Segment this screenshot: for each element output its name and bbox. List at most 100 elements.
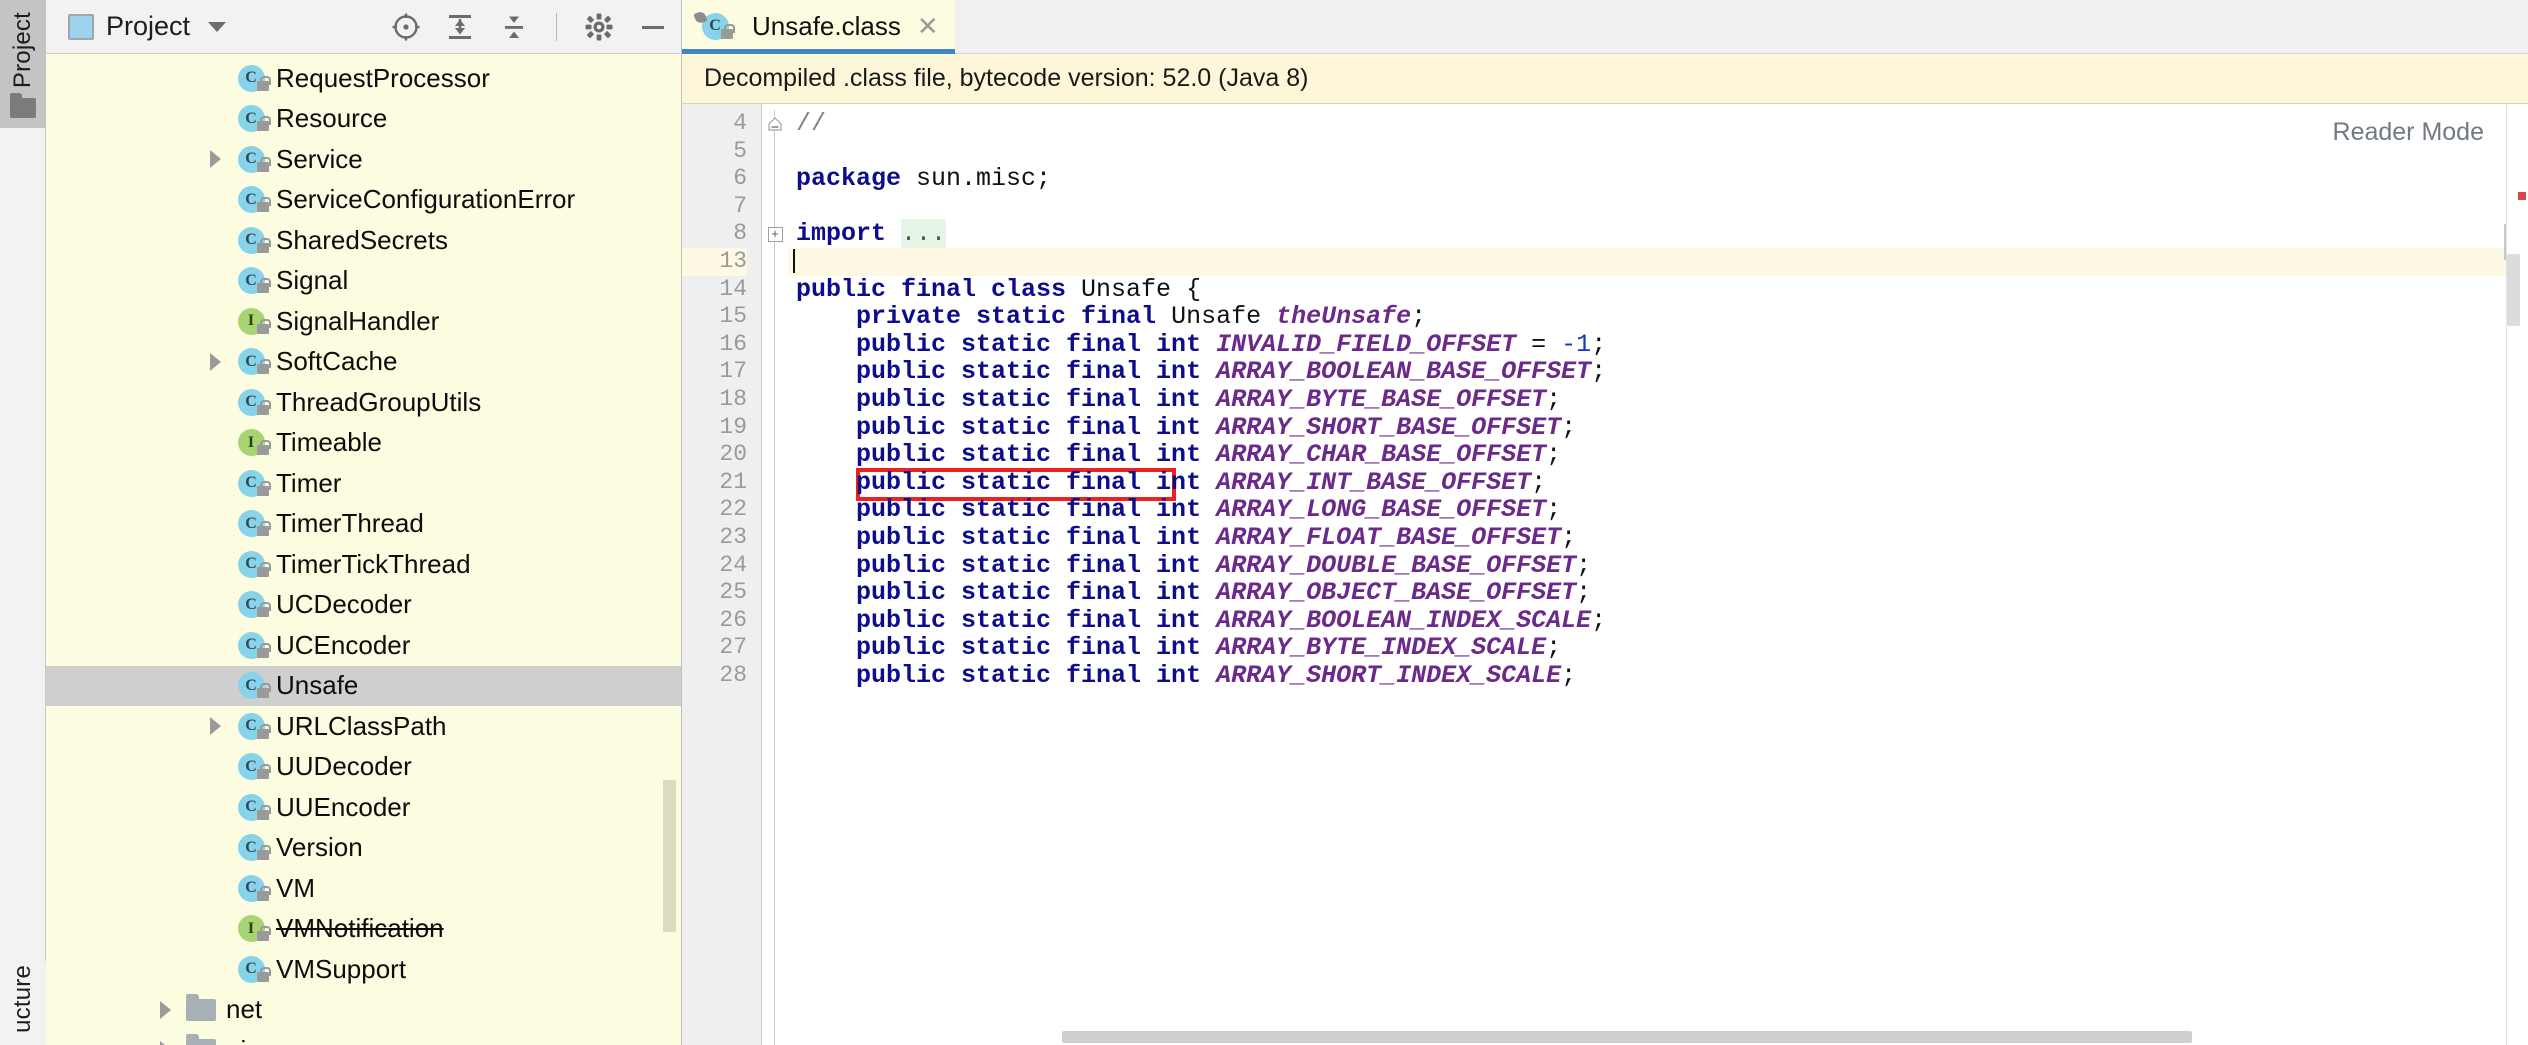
tree-item-softcache[interactable]: C SoftCache	[46, 342, 681, 383]
code-folding-gutter[interactable]: +	[762, 104, 788, 1045]
line-number[interactable]: 25	[682, 579, 747, 607]
line-number[interactable]: 16	[682, 331, 747, 359]
reader-mode-label[interactable]: Reader Mode	[2333, 118, 2484, 147]
code-line[interactable]: public static final int ARRAY_BOOLEAN_BA…	[788, 358, 2528, 386]
line-number[interactable]: 15	[682, 303, 747, 331]
crosshair-target-icon[interactable]	[390, 11, 422, 43]
code-line[interactable]: public static final int ARRAY_SHORT_BASE…	[788, 413, 2528, 442]
tree-item-vm[interactable]: C VM	[46, 868, 681, 909]
line-number[interactable]: 23	[682, 524, 747, 552]
tree-item-net[interactable]: net	[46, 990, 681, 1031]
line-number[interactable]: 18	[682, 386, 747, 414]
code-line[interactable]: public static final int ARRAY_FLOAT_BASE…	[788, 524, 2528, 552]
code-line[interactable]: public static final int ARRAY_INT_BASE_O…	[788, 467, 2528, 497]
tree-item-vmnotification[interactable]: I VMNotification	[46, 909, 681, 950]
code-line[interactable]: public final class Unsafe {	[788, 275, 2528, 304]
tree-item-uudecoder[interactable]: C UUDecoder	[46, 747, 681, 788]
tree-item-version[interactable]: C Version	[46, 828, 681, 869]
line-number[interactable]: 13	[682, 247, 747, 276]
line-number[interactable]: 22	[682, 496, 747, 524]
line-number[interactable]: 28	[682, 662, 747, 690]
fold-collapse-icon[interactable]	[762, 110, 788, 138]
tree-item-timertickthread[interactable]: C TimerTickThread	[46, 544, 681, 585]
line-number[interactable]: 8	[682, 220, 747, 248]
tree-item-label: ServiceConfigurationError	[276, 184, 576, 215]
fold-expand-icon[interactable]: +	[762, 220, 788, 248]
editor-tab-unsafe-class[interactable]: C Unsafe.class ✕	[682, 0, 955, 54]
tree-item-ucencoder[interactable]: C UCEncoder	[46, 625, 681, 666]
tree-item-label: Version	[276, 832, 363, 863]
editor-vertical-scrollbar[interactable]	[2507, 254, 2520, 326]
tree-item-threadgrouputils[interactable]: C ThreadGroupUtils	[46, 382, 681, 423]
line-number[interactable]: 7	[682, 193, 747, 221]
tree-item-sharedsecrets[interactable]: C SharedSecrets	[46, 220, 681, 261]
gear-icon[interactable]	[583, 11, 615, 43]
code-line[interactable]: package sun.misc;	[788, 165, 2528, 193]
code-line[interactable]: public static final int ARRAY_DOUBLE_BAS…	[788, 551, 2528, 580]
tree-item-signal[interactable]: C Signal	[46, 261, 681, 302]
line-number[interactable]: 17	[682, 358, 747, 386]
tree-item-ucdecoder[interactable]: C UCDecoder	[46, 585, 681, 626]
tree-item-service[interactable]: C Service	[46, 139, 681, 180]
code-text[interactable]: // package sun.misc; import ... public fina…	[788, 104, 2528, 1045]
code-line[interactable]: public static final int ARRAY_LONG_BASE_…	[788, 496, 2528, 524]
tree-item-timeable[interactable]: I Timeable	[46, 423, 681, 464]
code-line[interactable]	[788, 193, 2528, 221]
minimize-icon[interactable]	[637, 11, 669, 43]
tool-window-tab-project[interactable]: Project	[0, 0, 46, 128]
tree-item-urlclasspath[interactable]: C URLClassPath	[46, 706, 681, 747]
line-number[interactable]: 24	[682, 552, 747, 580]
line-number[interactable]: 4	[682, 110, 747, 138]
tree-item-nio[interactable]: nio	[46, 1030, 681, 1045]
chevron-right-icon[interactable]	[196, 150, 234, 169]
project-tree[interactable]: C RequestProcessor C Resource C Service C Servi…	[46, 54, 681, 1045]
expand-all-icon[interactable]	[444, 11, 476, 43]
collapse-all-icon[interactable]	[498, 11, 530, 43]
left-tool-strip: Project ucture	[0, 0, 46, 1045]
code-line[interactable]: import ...	[788, 219, 2528, 249]
code-line[interactable]: private static final Unsafe theUnsafe;	[788, 303, 2528, 331]
chevron-right-icon[interactable]	[196, 352, 234, 371]
chevron-right-icon[interactable]	[146, 1000, 184, 1019]
line-number[interactable]: 21	[682, 469, 747, 497]
chevron-down-icon[interactable]	[208, 21, 227, 32]
code-line[interactable]: public static final int INVALID_FIELD_OF…	[788, 330, 2528, 359]
tree-item-vmsupport[interactable]: C VMSupport	[46, 949, 681, 990]
line-number[interactable]: 5	[682, 138, 747, 166]
line-number[interactable]: 27	[682, 634, 747, 662]
code-line[interactable]: public static final int ARRAY_CHAR_BASE_…	[788, 441, 2528, 469]
project-tree-scrollbar[interactable]	[663, 780, 676, 932]
tree-item-timer[interactable]: C Timer	[46, 463, 681, 504]
code-line[interactable]: public static final int ARRAY_SHORT_INDE…	[788, 662, 2528, 690]
code-token-fld: ARRAY_INT_BASE_OFFSET	[1216, 467, 1532, 497]
line-number[interactable]: 26	[682, 607, 747, 635]
code-line[interactable]	[788, 138, 2528, 166]
error-stripe-marker[interactable]	[2518, 192, 2526, 200]
tree-item-resource[interactable]: C Resource	[46, 99, 681, 140]
editor-horizontal-scrollbar[interactable]	[1062, 1031, 2192, 1043]
code-line[interactable]: public static final int ARRAY_BOOLEAN_IN…	[788, 606, 2528, 635]
line-number[interactable]: 14	[682, 276, 747, 304]
line-number-gutter[interactable]: 4 5 6 7 8 13 14 15 16 17 18 19 20 21 22 23 24 25 26 27 28	[682, 104, 762, 1045]
tree-item-serviceconfigurationerror[interactable]: C ServiceConfigurationError	[46, 180, 681, 221]
code-line[interactable]	[788, 247, 2528, 276]
tree-item-label: Unsafe	[276, 670, 359, 701]
code-line[interactable]: //	[788, 110, 2528, 138]
chevron-right-icon[interactable]	[196, 717, 234, 736]
tree-item-requestprocessor[interactable]: C RequestProcessor	[46, 58, 681, 99]
tree-item-uuencoder[interactable]: C UUEncoder	[46, 787, 681, 828]
code-editor[interactable]: 4 5 6 7 8 13 14 15 16 17 18 19 20 21 22 23 24 25 26 27 28 + …	[682, 104, 2528, 1045]
tool-window-tab-structure[interactable]: ucture	[0, 961, 46, 1045]
line-number[interactable]: 20	[682, 441, 747, 469]
line-number[interactable]: 6	[682, 165, 747, 193]
code-line[interactable]: public static final int ARRAY_BYTE_INDEX…	[788, 634, 2528, 662]
tree-item-unsafe[interactable]: C Unsafe	[46, 665, 681, 706]
tree-item-timerthread[interactable]: C TimerThread	[46, 504, 681, 545]
code-line[interactable]: public static final int ARRAY_BYTE_BASE_…	[788, 386, 2528, 414]
line-number[interactable]: 19	[682, 414, 747, 442]
close-icon[interactable]: ✕	[917, 11, 939, 42]
tree-item-signalhandler[interactable]: I SignalHandler	[46, 301, 681, 342]
code-line[interactable]: public static final int ARRAY_OBJECT_BAS…	[788, 579, 2528, 607]
project-view-selector[interactable]: Project	[68, 11, 227, 42]
chevron-right-icon[interactable]	[146, 1041, 184, 1045]
